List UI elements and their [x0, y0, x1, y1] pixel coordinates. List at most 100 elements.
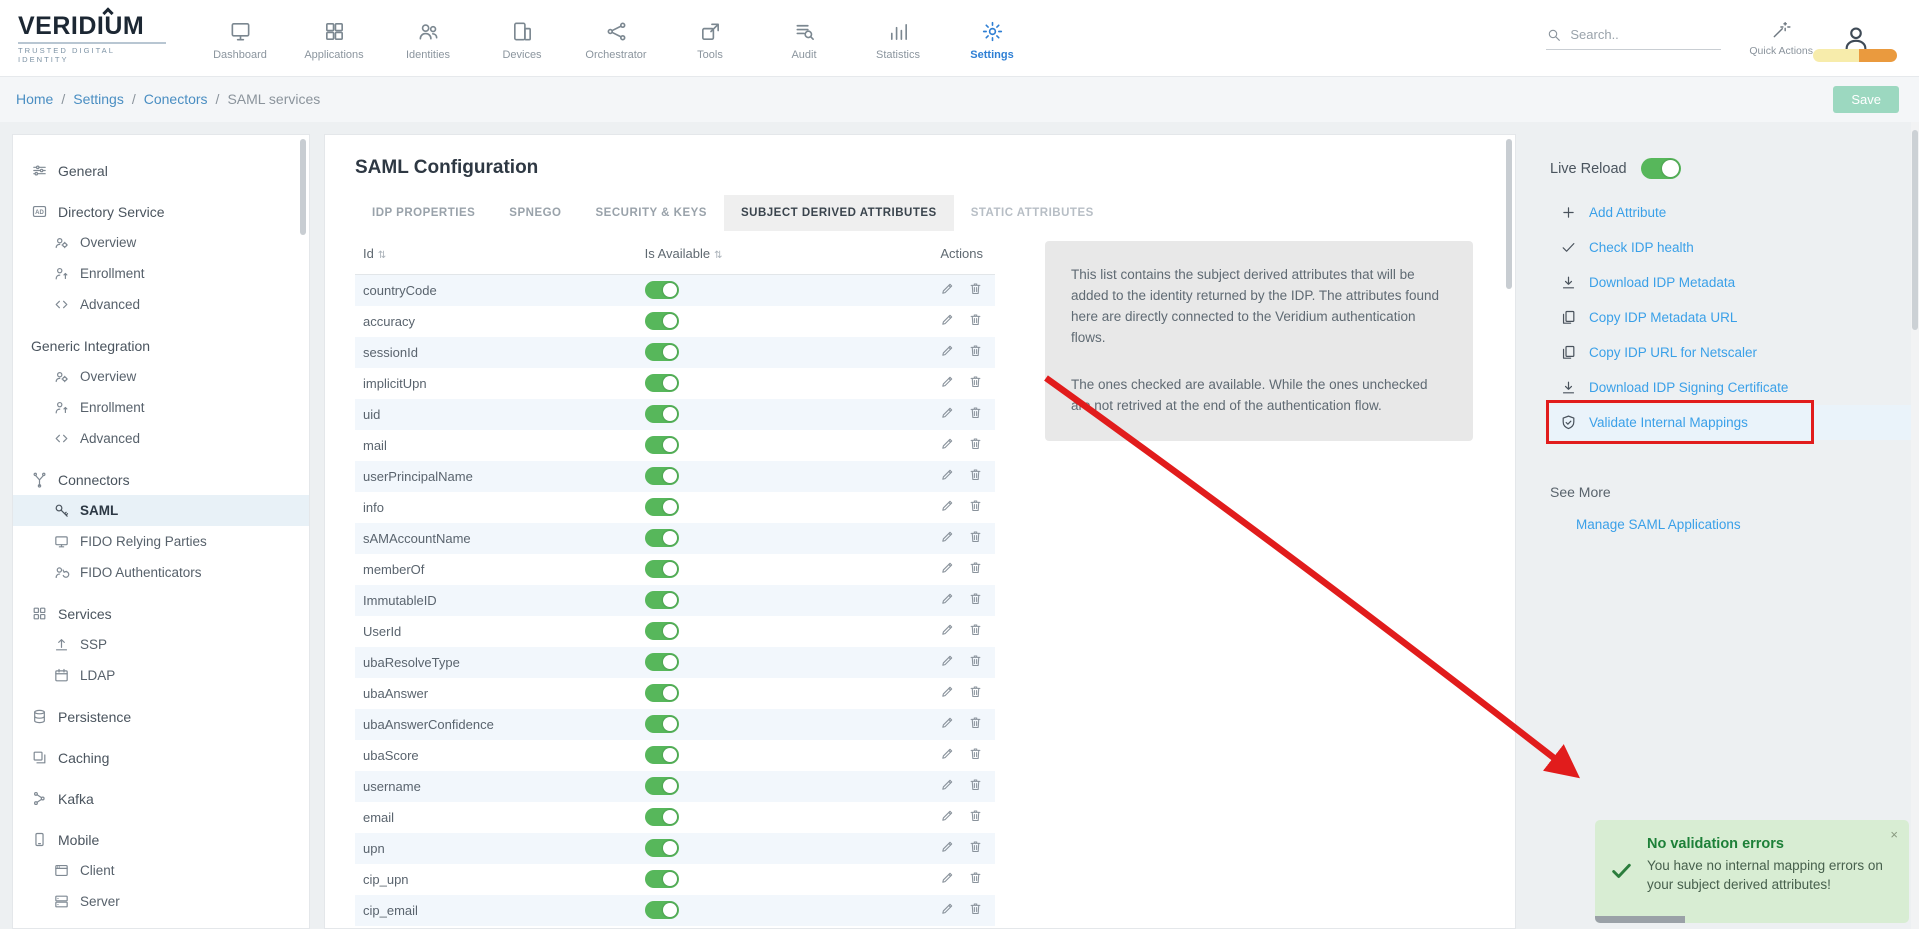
tab[interactable]: STATIC ATTRIBUTES: [954, 195, 1111, 231]
availability-toggle[interactable]: [645, 436, 679, 454]
sidebar-item[interactable]: Persistence: [13, 701, 309, 732]
sidebar-item[interactable]: Overview: [13, 361, 309, 392]
edit-icon[interactable]: [940, 529, 955, 544]
sidebar-item[interactable]: Connectors: [13, 464, 309, 495]
availability-toggle[interactable]: [645, 653, 679, 671]
edit-icon[interactable]: [940, 777, 955, 792]
panel-action[interactable]: Download IDP Metadata: [1550, 265, 1911, 300]
availability-toggle[interactable]: [645, 684, 679, 702]
sidebar-item[interactable]: Advanced: [13, 289, 309, 320]
tab[interactable]: SECURITY & KEYS: [579, 195, 724, 231]
availability-toggle[interactable]: [645, 343, 679, 361]
tab[interactable]: IDP PROPERTIES: [355, 195, 492, 231]
delete-icon[interactable]: [968, 498, 983, 513]
sidebar-item[interactable]: Caching: [13, 742, 309, 773]
panel-action[interactable]: Copy IDP Metadata URL: [1550, 300, 1911, 335]
delete-icon[interactable]: [968, 436, 983, 451]
availability-toggle[interactable]: [645, 498, 679, 516]
availability-toggle[interactable]: [645, 808, 679, 826]
edit-icon[interactable]: [940, 901, 955, 916]
edit-icon[interactable]: [940, 746, 955, 761]
sidebar-item[interactable]: SSP: [13, 629, 309, 660]
edit-icon[interactable]: [940, 281, 955, 296]
sidebar-item[interactable]: Enrollment: [13, 392, 309, 423]
scrollbar-thumb[interactable]: [1912, 130, 1918, 330]
delete-icon[interactable]: [968, 870, 983, 885]
edit-icon[interactable]: [940, 436, 955, 451]
sidebar-item[interactable]: Directory Service: [13, 196, 309, 227]
availability-toggle[interactable]: [645, 467, 679, 485]
availability-toggle[interactable]: [645, 529, 679, 547]
edit-icon[interactable]: [940, 715, 955, 730]
delete-icon[interactable]: [968, 901, 983, 916]
nav-item[interactable]: Tools: [668, 16, 752, 61]
edit-icon[interactable]: [940, 405, 955, 420]
availability-toggle[interactable]: [645, 901, 679, 919]
nav-item[interactable]: Settings: [950, 16, 1034, 61]
availability-toggle[interactable]: [645, 777, 679, 795]
availability-toggle[interactable]: [645, 746, 679, 764]
nav-item[interactable]: Audit: [762, 16, 846, 61]
live-reload-toggle[interactable]: [1641, 158, 1681, 179]
delete-icon[interactable]: [968, 746, 983, 761]
availability-toggle[interactable]: [645, 405, 679, 423]
edit-icon[interactable]: [940, 808, 955, 823]
nav-item[interactable]: Applications: [292, 16, 376, 61]
nav-item[interactable]: Devices: [480, 16, 564, 61]
breadcrumb-link[interactable]: SAML services: [227, 91, 320, 107]
scrollbar-thumb[interactable]: [1506, 139, 1512, 289]
breadcrumb-link[interactable]: Settings: [73, 91, 124, 107]
column-header-id[interactable]: Id⇅: [355, 231, 637, 275]
availability-toggle[interactable]: [645, 870, 679, 888]
sidebar-item[interactable]: SAML: [13, 495, 309, 526]
sidebar-scrollbar[interactable]: [300, 139, 306, 924]
tab[interactable]: SUBJECT DERIVED ATTRIBUTES: [724, 195, 954, 231]
delete-icon[interactable]: [968, 405, 983, 420]
delete-icon[interactable]: [968, 777, 983, 792]
veridium-logo[interactable]: VERIDIUM TRUSTED DIGITAL IDENTITY: [18, 12, 168, 64]
sidebar-item[interactable]: Overview: [13, 227, 309, 258]
sidebar-item[interactable]: Mobile: [13, 824, 309, 855]
delete-icon[interactable]: [968, 622, 983, 637]
sidebar-item[interactable]: Services: [13, 598, 309, 629]
sidebar-item[interactable]: Server: [13, 886, 309, 917]
edit-icon[interactable]: [940, 684, 955, 699]
save-button[interactable]: Save: [1833, 86, 1899, 113]
nav-item[interactable]: Statistics: [856, 16, 940, 61]
sidebar-item[interactable]: FIDO Relying Parties: [13, 526, 309, 557]
delete-icon[interactable]: [968, 467, 983, 482]
delete-icon[interactable]: [968, 529, 983, 544]
edit-icon[interactable]: [940, 374, 955, 389]
nav-item[interactable]: Dashboard: [198, 16, 282, 61]
panel-action[interactable]: Copy IDP URL for Netscaler: [1550, 335, 1911, 370]
search-input[interactable]: [1570, 27, 1705, 42]
sidebar-item[interactable]: Generic Integration: [13, 330, 309, 361]
delete-icon[interactable]: [968, 591, 983, 606]
edit-icon[interactable]: [940, 591, 955, 606]
scrollbar-thumb[interactable]: [300, 139, 306, 235]
sidebar-item[interactable]: Advanced: [13, 423, 309, 454]
sidebar-item[interactable]: General: [13, 155, 309, 186]
sidebar-item[interactable]: LDAP: [13, 660, 309, 691]
page-scrollbar[interactable]: [1911, 122, 1919, 929]
sidebar-item[interactable]: FIDO Authenticators: [13, 557, 309, 588]
panel-action[interactable]: Validate Internal Mappings: [1550, 405, 1911, 440]
edit-icon[interactable]: [940, 839, 955, 854]
sidebar-item[interactable]: Client: [13, 855, 309, 886]
availability-toggle[interactable]: [645, 839, 679, 857]
column-header-available[interactable]: Is Available⇅: [637, 231, 899, 275]
nav-item[interactable]: Orchestrator: [574, 16, 658, 61]
delete-icon[interactable]: [968, 312, 983, 327]
toast-close-icon[interactable]: ×: [1890, 827, 1898, 842]
delete-icon[interactable]: [968, 684, 983, 699]
edit-icon[interactable]: [940, 343, 955, 358]
quick-actions-button[interactable]: Quick Actions: [1749, 20, 1813, 57]
edit-icon[interactable]: [940, 560, 955, 575]
availability-toggle[interactable]: [645, 591, 679, 609]
delete-icon[interactable]: [968, 281, 983, 296]
table-scrollbar[interactable]: [1506, 139, 1512, 924]
availability-toggle[interactable]: [645, 622, 679, 640]
panel-action[interactable]: Add Attribute: [1550, 195, 1911, 230]
availability-toggle[interactable]: [645, 281, 679, 299]
breadcrumb-link[interactable]: Home: [16, 91, 53, 107]
